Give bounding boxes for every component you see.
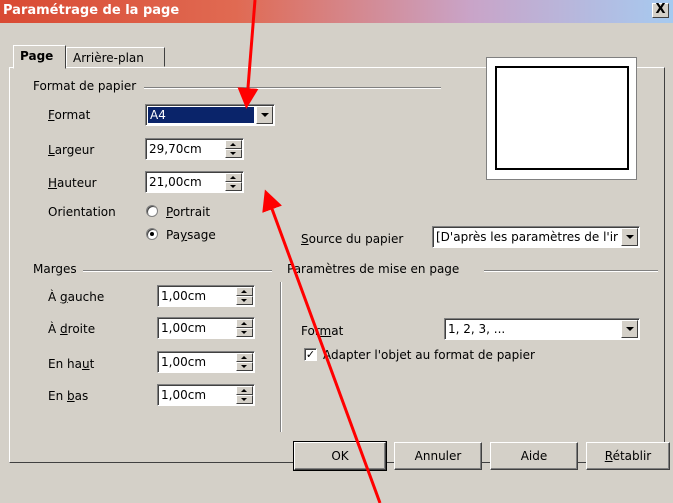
tab-page[interactable]: Page [13,45,66,69]
annotation-arrow-format [237,0,259,109]
annotation-overlay [237,0,382,503]
annotation-arrow-height [262,189,382,503]
